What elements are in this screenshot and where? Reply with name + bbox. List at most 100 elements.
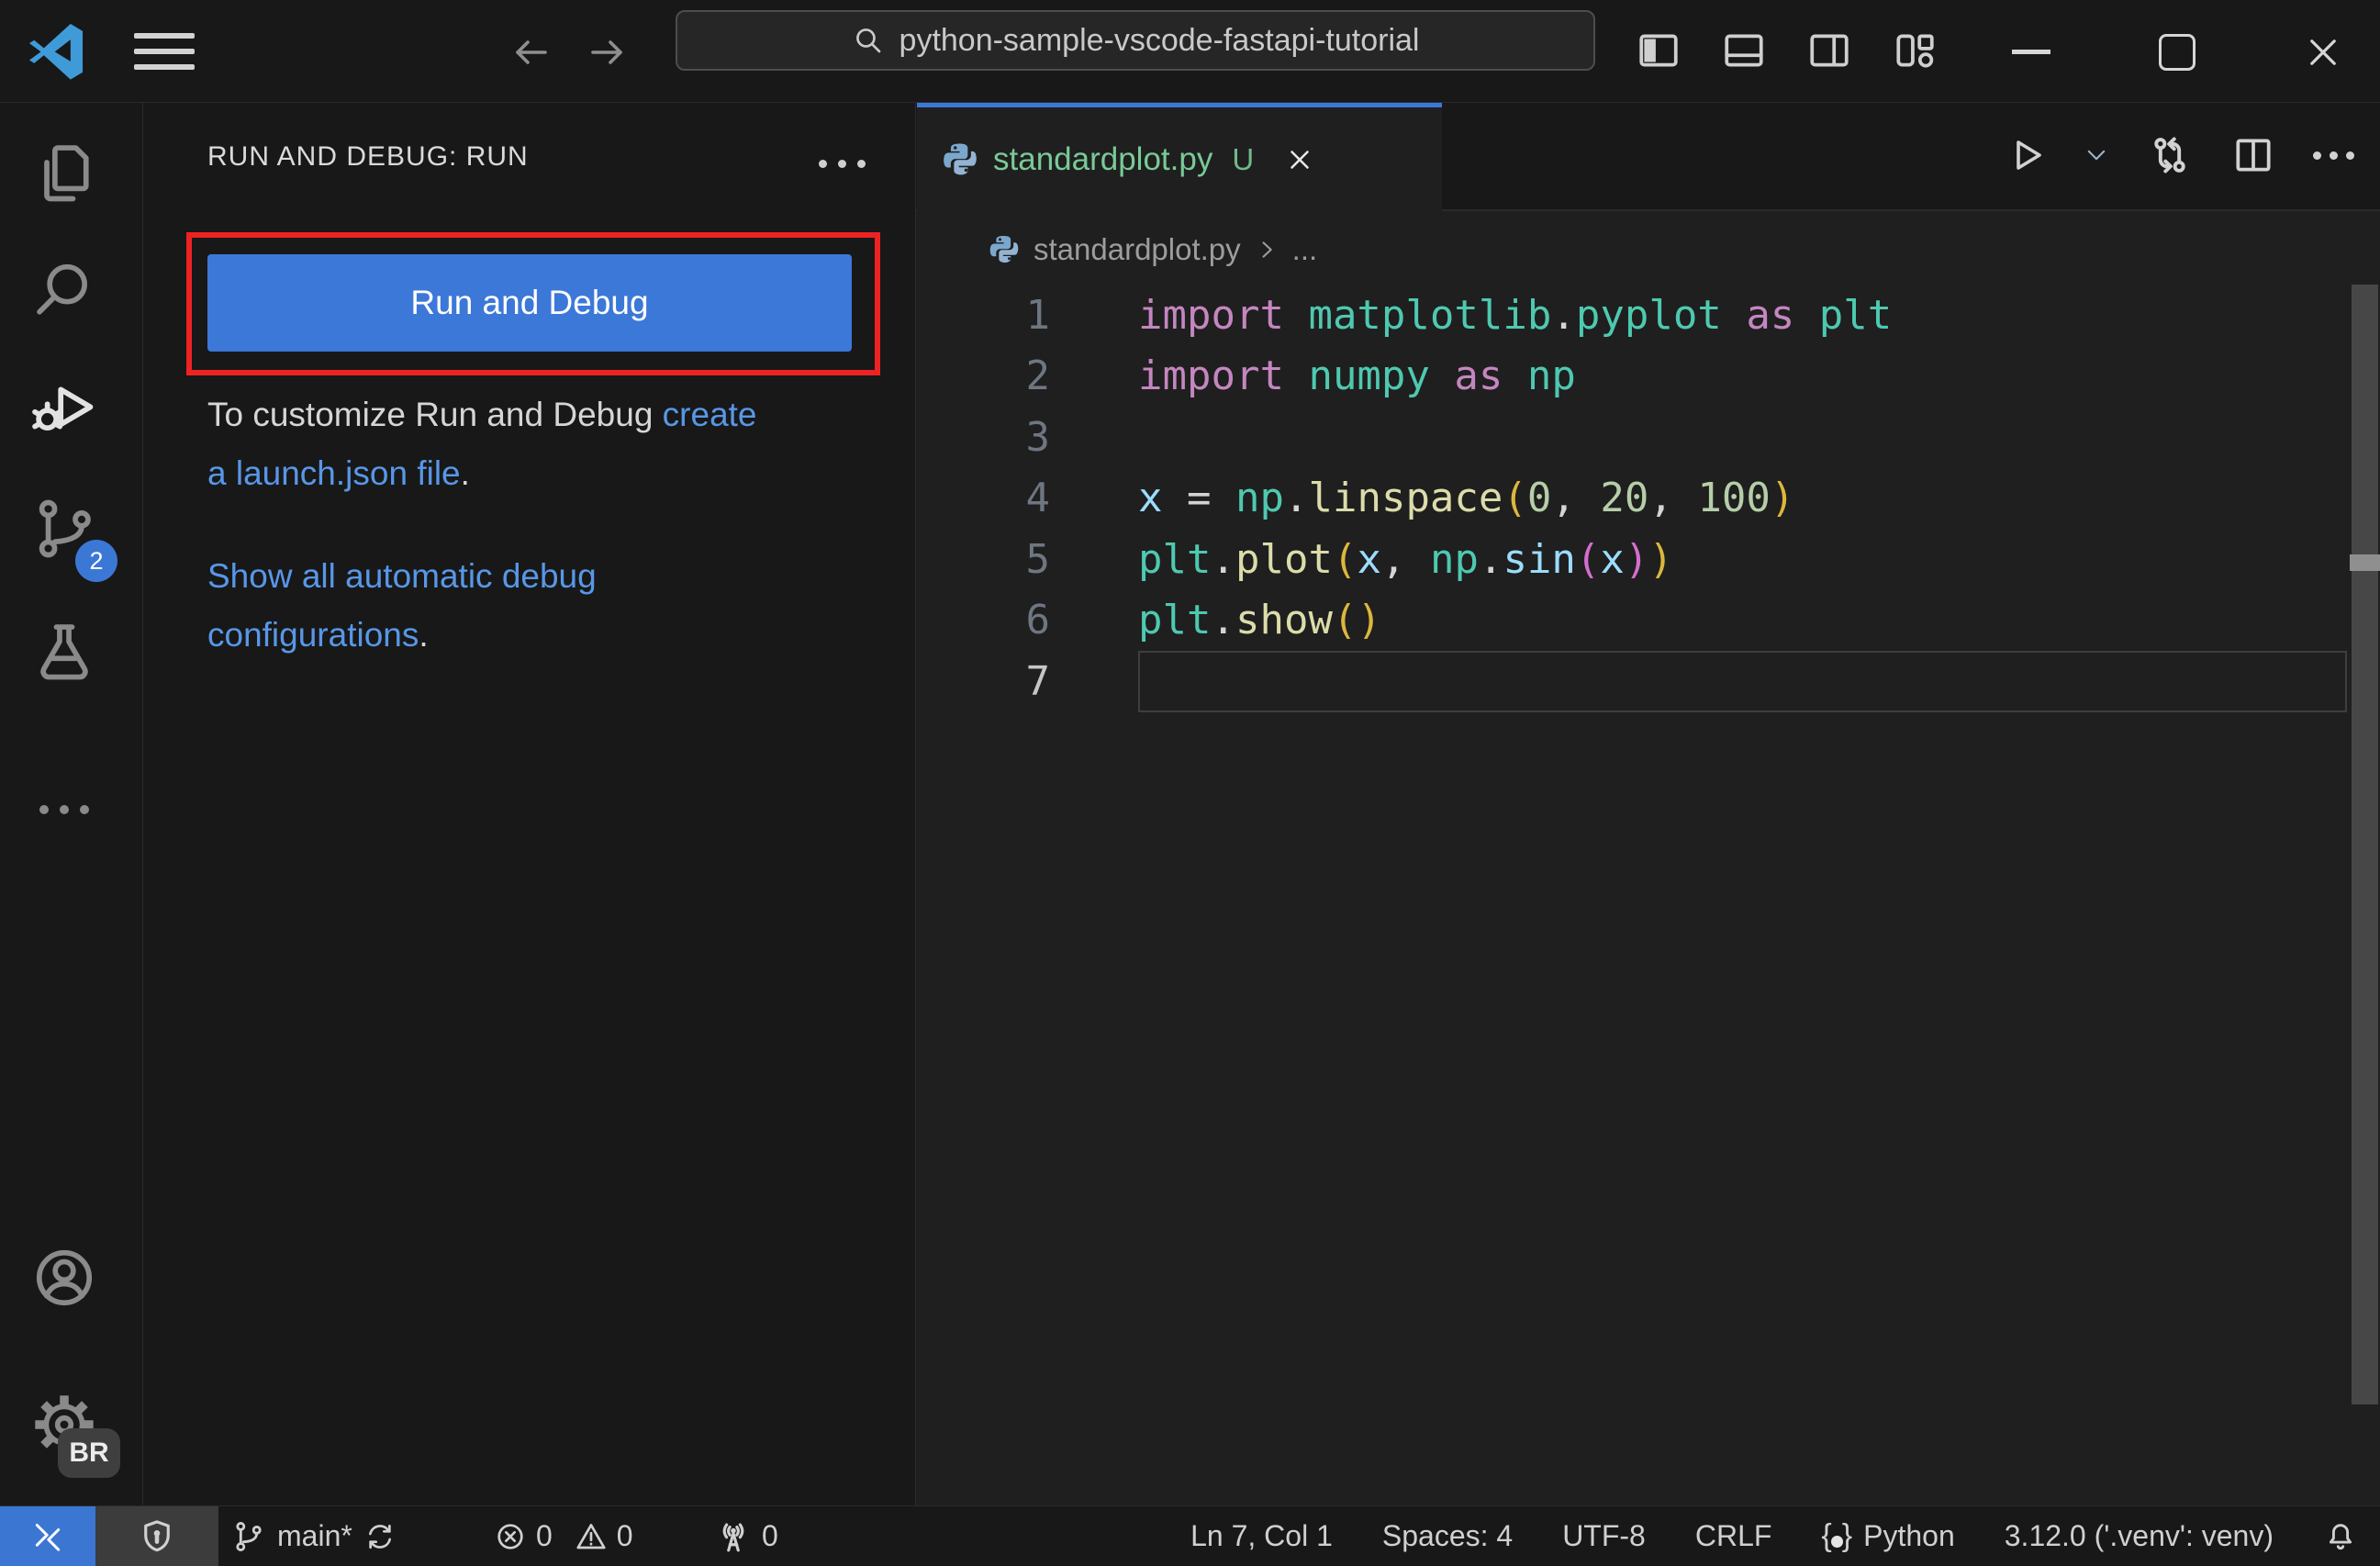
run-debug-icon: [32, 386, 94, 431]
menu-icon[interactable]: [134, 33, 195, 72]
editor-more-actions-icon[interactable]: [2313, 151, 2354, 160]
sidebar-item-explorer[interactable]: [28, 136, 101, 209]
run-dropdown-button[interactable]: [2084, 142, 2109, 168]
breadcrumb: standardplot.py ...: [988, 224, 1317, 275]
language-label: Python: [1863, 1519, 1955, 1552]
sidebar-item-search[interactable]: [28, 253, 101, 327]
maximize-icon[interactable]: [2159, 34, 2196, 71]
remote-icon: [35, 1523, 61, 1551]
breadcrumb-python-icon: [989, 236, 1019, 263]
sync-icon: [368, 1524, 391, 1549]
code-line[interactable]: 2 import numpy as np: [916, 346, 2380, 408]
testing-icon: [40, 624, 88, 680]
accounts-button[interactable]: [28, 1241, 101, 1314]
scrollbar-thumb[interactable]: [2352, 285, 2378, 1404]
run-python-file-button[interactable]: [2003, 133, 2047, 177]
language-icon: {}: [1821, 1518, 1853, 1553]
line-number: 3: [1025, 413, 1051, 461]
tab-standardplot[interactable]: standardplot.py U: [917, 103, 1442, 211]
code-line[interactable]: 3: [916, 407, 2380, 468]
forward-icon[interactable]: [586, 30, 630, 74]
indentation[interactable]: Spaces: 4: [1382, 1506, 1513, 1566]
eol-sequence[interactable]: CRLF: [1695, 1506, 1772, 1566]
tab-label: standardplot.py: [993, 140, 1213, 177]
minimize-icon[interactable]: [2012, 50, 2050, 54]
tab-close-icon[interactable]: [1284, 144, 1315, 175]
launch-json-hint: To customize Run and Debug create a laun…: [207, 386, 758, 503]
encoding[interactable]: UTF-8: [1562, 1506, 1646, 1566]
problems-status-item[interactable]: 0 0: [494, 1506, 633, 1566]
code-line[interactable]: 7: [916, 651, 2380, 712]
sidebar-item-source-control[interactable]: 2: [28, 492, 117, 582]
open-changes-button[interactable]: [2146, 131, 2194, 179]
search-icon: [855, 28, 880, 53]
line-number: 1: [1025, 291, 1051, 339]
warning-icon: [576, 1523, 606, 1549]
customize-layout-icon[interactable]: [1892, 28, 1938, 73]
split-editor-icon: [2236, 139, 2271, 172]
back-icon[interactable]: [508, 30, 553, 74]
status-bar: main* 0 0 0 Ln 7, Col 1 Spaces: 4 UTF-8 …: [0, 1505, 2380, 1566]
line-number: 7: [1025, 657, 1051, 705]
python-file-icon: [944, 143, 977, 174]
workspace-trust-button[interactable]: [95, 1506, 218, 1566]
shield-icon: [144, 1519, 170, 1551]
breadcrumb-more[interactable]: ...: [1292, 232, 1318, 267]
error-count: 0: [536, 1519, 553, 1552]
ports-status-item[interactable]: 0: [714, 1506, 778, 1566]
notifications-button[interactable]: [2323, 1506, 2358, 1566]
warning-count: 0: [616, 1519, 633, 1552]
line-number: 6: [1025, 597, 1051, 644]
search-view-icon: [37, 263, 88, 315]
hint-text: To customize Run and Debug: [207, 396, 663, 433]
code-line[interactable]: 5 plt. plot(x, np. sin(x)): [916, 529, 2380, 590]
explorer-icon: [44, 145, 89, 202]
close-icon[interactable]: [2304, 33, 2342, 72]
workspace-search-text: python-sample-vscode-fastapi-tutorial: [899, 22, 1420, 58]
radio-tower-icon: [722, 1522, 744, 1551]
editor-scrollbar[interactable]: [2350, 211, 2380, 1505]
auto-debug-hint: Show all automatic debug configurations.: [207, 547, 758, 665]
code-lines: 1 import matplotlib. pyplot as plt 2 import …: [916, 285, 2380, 712]
bell-icon: [2329, 1523, 2352, 1549]
toggle-sidebar-right-icon[interactable]: [1806, 28, 1852, 73]
line-number: 2: [1025, 352, 1051, 400]
ports-count: 0: [762, 1519, 778, 1552]
line-number: 4: [1025, 475, 1051, 522]
python-interpreter[interactable]: 3.12.0 ('.venv': venv): [2005, 1506, 2274, 1566]
toggle-sidebar-left-icon[interactable]: [1636, 28, 1682, 73]
vscode-logo-icon: [28, 23, 84, 80]
breadcrumb-file[interactable]: standardplot.py: [1034, 232, 1241, 267]
language-mode[interactable]: {} Python: [1821, 1506, 1954, 1566]
branch-name: main*: [277, 1519, 352, 1552]
run-and-debug-sidebar: RUN AND DEBUG: RUN Run and Debug To cust…: [144, 103, 915, 1505]
code-line[interactable]: 4x = np. linspace(0, 20, 100): [916, 468, 2380, 530]
tab-untracked-badge: U: [1232, 141, 1255, 176]
annotation-highlight-box: [186, 232, 880, 375]
split-editor-button[interactable]: [2230, 132, 2276, 178]
run-icon: [2017, 140, 2041, 170]
remote-indicator[interactable]: [0, 1506, 95, 1566]
branch-status-item[interactable]: main*: [231, 1506, 397, 1566]
more-views-icon[interactable]: [28, 773, 101, 846]
ellipsis-icon: [39, 805, 89, 814]
layout-controls: [1636, 28, 1938, 73]
title-bar: python-sample-vscode-fastapi-tutorial: [0, 0, 2380, 103]
show-auto-configs-link[interactable]: Show all automatic debug configurations: [207, 557, 597, 654]
sidebar-title: RUN AND DEBUG: RUN: [207, 141, 529, 172]
toggle-panel-icon[interactable]: [1721, 28, 1767, 73]
command-center-search[interactable]: python-sample-vscode-fastapi-tutorial: [676, 10, 1595, 71]
hint-period: .: [460, 454, 470, 492]
status-bar-right: Ln 7, Col 1 Spaces: 4 UTF-8 CRLF {} Pyth…: [1190, 1506, 2358, 1566]
code-line[interactable]: 6 plt. show(): [916, 590, 2380, 652]
sidebar-item-testing[interactable]: [28, 615, 101, 688]
profile-badge: BR: [58, 1428, 120, 1478]
code-line[interactable]: 1 import matplotlib. pyplot as plt: [916, 285, 2380, 346]
sidebar-item-run-and-debug[interactable]: [28, 371, 101, 444]
vscode-window: python-sample-vscode-fastapi-tutorial 2: [0, 0, 2380, 1566]
editor-toolbar: [2003, 125, 2354, 185]
branch-icon: [236, 1521, 262, 1551]
cursor-position[interactable]: Ln 7, Col 1: [1190, 1506, 1333, 1566]
tab-bar: standardplot.py U: [916, 103, 2380, 211]
views-more-actions-icon[interactable]: [819, 160, 866, 168]
